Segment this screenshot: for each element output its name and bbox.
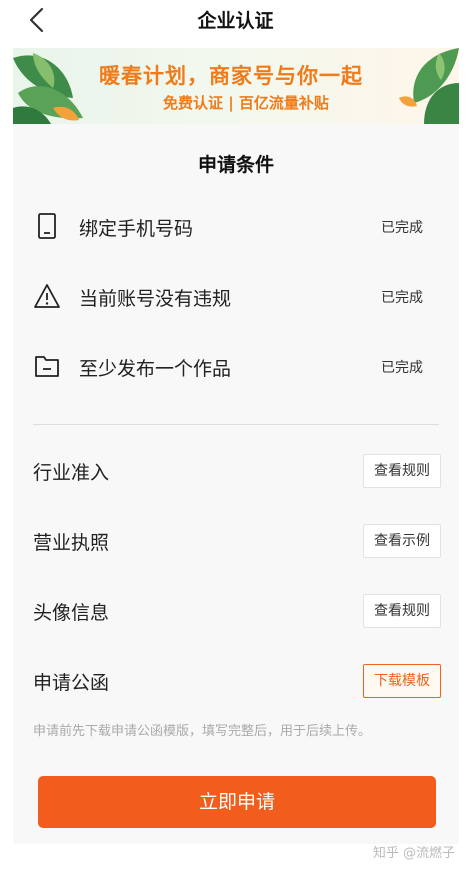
requirement-row: 申请公函 下载模板 [33,660,441,700]
requirement-label: 头像信息 [33,602,110,624]
condition-status: 已完成 [381,360,423,376]
condition-row: 绑定手机号码 已完成 [33,206,439,246]
leaf-decoration-icon [13,53,83,124]
hint-text: 申请前先下载申请公函模版，填写完整后，用于后续上传。 [33,724,372,739]
condition-label: 绑定手机号码 [79,218,194,240]
banner-title: 暖春计划，商家号与你一起 [99,64,363,88]
page-title: 企业认证 [197,10,274,32]
leaf-decoration-icon [399,48,459,124]
condition-row: 当前账号没有违规 已完成 [33,276,439,316]
warning-icon [34,284,60,308]
condition-label: 至少发布一个作品 [79,358,232,380]
requirement-row: 营业执照 查看示例 [33,520,441,560]
banner-subtitle: 免费认证 | 百亿流量补贴 [163,94,329,112]
apply-now-button[interactable]: 立即申请 [38,776,436,828]
conditions-title: 申请条件 [197,154,274,176]
folder-icon [35,356,59,377]
view-example-button[interactable]: 查看示例 [363,524,441,558]
view-rules-button[interactable]: 查看规则 [363,594,441,628]
condition-status: 已完成 [381,290,423,306]
condition-label: 当前账号没有违规 [79,288,232,310]
application-card: 申请条件 绑定手机号码 已完成 当前账号没有违规 已完成 至少发布一个作品 已完… [13,124,459,844]
requirement-row: 头像信息 查看规则 [33,590,441,630]
requirement-label: 申请公函 [33,672,110,694]
download-template-button[interactable]: 下载模板 [363,664,441,698]
requirement-row: 行业准入 查看规则 [33,450,441,490]
section-divider [33,424,439,425]
condition-status: 已完成 [381,220,423,236]
nav-header: 企业认证 [0,0,471,42]
view-rules-button[interactable]: 查看规则 [363,454,441,488]
page-root: 企业认证 暖春计划，商家号与你一起 免费认证 | 百亿流量补贴 申请条件 绑定手… [0,0,471,871]
watermark-text: 知乎 @流燃子 [372,846,455,861]
requirement-label: 行业准入 [33,462,110,484]
card-body: 申请条件 绑定手机号码 已完成 当前账号没有违规 已完成 至少发布一个作品 已完… [13,124,459,844]
condition-row: 至少发布一个作品 已完成 [33,346,439,386]
promo-banner[interactable]: 暖春计划，商家号与你一起 免费认证 | 百亿流量补贴 [13,48,459,124]
requirement-label: 营业执照 [33,532,110,554]
phone-icon [38,213,56,239]
